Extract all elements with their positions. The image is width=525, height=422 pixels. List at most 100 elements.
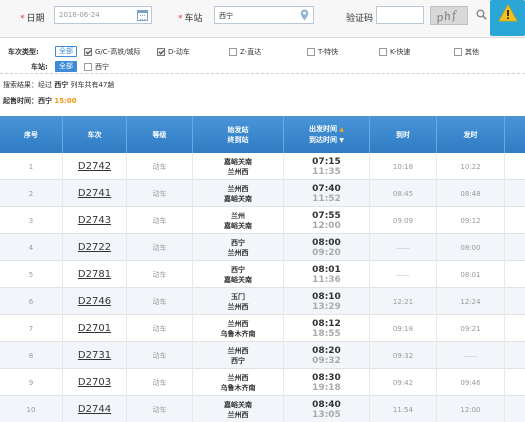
train-grade: 动车	[152, 324, 167, 333]
station-input[interactable]: 西宁	[214, 6, 314, 24]
row-number: 3	[28, 216, 34, 225]
row-number: 8	[28, 351, 34, 360]
table-cell[interactable]: D2731	[63, 342, 127, 369]
location-pin-icon[interactable]	[300, 9, 309, 21]
checkbox-z-box[interactable]	[229, 48, 237, 56]
arrive-at-station: ——	[396, 270, 410, 279]
sale-time: 起售时间：西宁 15:00	[3, 97, 77, 105]
captcha-input[interactable]	[376, 6, 424, 24]
captcha-image[interactable]: phf	[430, 6, 468, 25]
train-number-link[interactable]: D2742	[78, 161, 111, 172]
table-cell: 兰州 嘉峪关南	[193, 207, 284, 234]
checkbox-gc[interactable]: G/C-高铁/城际	[84, 47, 141, 57]
table-cell	[505, 153, 525, 180]
depart-at-station: 09:46	[460, 378, 481, 387]
train-number-link[interactable]: D2781	[78, 269, 111, 280]
row-number: 9	[28, 378, 34, 387]
search-icon[interactable]	[476, 9, 487, 20]
depart-at-station: 09:21	[460, 324, 481, 333]
warning-button[interactable]	[490, 0, 525, 36]
table-cell: 08:30 19:18	[284, 369, 370, 396]
train-number-link[interactable]: D2741	[78, 188, 111, 199]
header-times[interactable]: 出发时间 ▲ 到达时间 ▼	[284, 116, 370, 153]
arrive-at-station: 12:21	[392, 297, 414, 306]
table-cell[interactable]: D2781	[63, 261, 127, 288]
table-cell: 兰州西 嘉峪关南	[193, 180, 284, 207]
station-all-button[interactable]: 全部	[55, 61, 77, 72]
table-cell: 10	[0, 396, 63, 422]
table-cell: 7	[0, 315, 63, 342]
header-train[interactable]: 车次	[63, 116, 127, 153]
departure-time: 07:55	[312, 210, 341, 221]
checkbox-t[interactable]: T-特快	[307, 47, 338, 57]
depart-at-station: 10:22	[460, 162, 481, 171]
station-filter: 车站: 全部 西宁	[0, 61, 525, 73]
checkbox-other-box[interactable]	[454, 48, 462, 56]
table-cell[interactable]: D2743	[63, 207, 127, 234]
table-cell: 08:12 18:55	[284, 315, 370, 342]
date-input[interactable]: 2016-06-24	[54, 6, 152, 24]
row-number: 6	[28, 297, 34, 306]
train-type-label: 车次类型:	[8, 48, 39, 56]
train-number-link[interactable]: D2703	[78, 377, 111, 388]
table-cell	[505, 315, 525, 342]
calendar-icon[interactable]	[137, 10, 148, 21]
origin-station: 嘉峪关南	[224, 400, 252, 409]
checkbox-z[interactable]: Z-直达	[229, 47, 261, 57]
table-cell: 08:20 09:32	[284, 342, 370, 369]
table-cell: 动车	[127, 369, 193, 396]
train-type-all-button[interactable]: 全部	[55, 46, 77, 57]
arrival-time: 09:20	[312, 247, 341, 258]
terminal-station: 兰州西	[227, 248, 249, 257]
table-cell: 09:12	[437, 207, 505, 234]
checkbox-d-box[interactable]	[157, 48, 165, 56]
train-number-link[interactable]: D2731	[78, 350, 111, 361]
table-row[interactable]: 2 D2741 动车 兰州西 嘉峪关南 07:40 11:52 08:45 08:48	[0, 180, 525, 207]
header-arrive: 到时	[370, 116, 437, 153]
train-number-link[interactable]: D2746	[78, 296, 111, 307]
table-cell: 08:00	[437, 234, 505, 261]
table-row[interactable]: 4 D2722 动车 西宁 兰州西 08:00 09:20 —— 08:00	[0, 234, 525, 261]
checkbox-t-box[interactable]	[307, 48, 315, 56]
checkbox-gc-box[interactable]	[84, 48, 92, 56]
checkbox-k-box[interactable]	[379, 48, 387, 56]
table-cell[interactable]: D2703	[63, 369, 127, 396]
table-row[interactable]: 7 D2701 动车 兰州西 乌鲁木齐南 08:12 18:55 09:18 09:21	[0, 315, 525, 342]
table-cell[interactable]: D2701	[63, 315, 127, 342]
checkbox-k[interactable]: K-快速	[379, 47, 410, 57]
checkbox-other[interactable]: 其他	[454, 47, 479, 57]
table-row[interactable]: 9 D2703 动车 兰州西 乌鲁木齐南 08:30 19:18 09:42 09:46	[0, 369, 525, 396]
departure-time: 08:12	[312, 318, 341, 329]
table-row[interactable]: 3 D2743 动车 兰州 嘉峪关南 07:55 12:00 09:09 09:12	[0, 207, 525, 234]
train-number-link[interactable]: D2701	[78, 323, 111, 334]
checkbox-station-box[interactable]	[84, 63, 92, 71]
train-number-link[interactable]: D2743	[78, 215, 111, 226]
checkbox-station[interactable]: 西宁	[84, 62, 109, 72]
table-cell: 兰州西 乌鲁木齐南	[193, 369, 284, 396]
table-row[interactable]: 8 D2731 动车 兰州西 西宁 08:20 09:32 09:32 ——	[0, 342, 525, 369]
table-cell[interactable]: D2744	[63, 396, 127, 422]
table-row[interactable]: 1 D2742 动车 嘉峪关南 兰州西 07:15 11:35 10:18 10:22	[0, 153, 525, 180]
terminal-station: 嘉峪关南	[224, 194, 252, 203]
arrive-at-station: 11:54	[392, 405, 414, 414]
header-no: 序号	[0, 116, 63, 153]
table-row[interactable]: 6 D2746 动车 玉门 兰州西 08:10 13:29 12:21 12:24	[0, 288, 525, 315]
sort-asc-icon[interactable]: ▲	[339, 126, 344, 133]
table-cell[interactable]: D2722	[63, 234, 127, 261]
table-cell[interactable]: D2741	[63, 180, 127, 207]
table-row[interactable]: 10 D2744 动车 嘉峪关南 兰州西 08:40 13:05 11:54 12:00	[0, 396, 525, 422]
train-number-link[interactable]: D2744	[78, 404, 111, 415]
train-number-link[interactable]: D2722	[78, 242, 111, 253]
sort-desc-icon[interactable]: ▼	[339, 137, 344, 144]
table-cell: 1	[0, 153, 63, 180]
table-cell: 12:00	[437, 396, 505, 422]
table-cell: 08:01 11:36	[284, 261, 370, 288]
table-cell: 动车	[127, 153, 193, 180]
table-row[interactable]: 5 D2781 动车 西宁 嘉峪关南 08:01 11:36 —— 08:01	[0, 261, 525, 288]
station-filter-label: 车站:	[31, 63, 48, 71]
table-cell: 12:21	[370, 288, 437, 315]
table-cell[interactable]: D2746	[63, 288, 127, 315]
origin-station: 西宁	[231, 265, 245, 274]
table-cell[interactable]: D2742	[63, 153, 127, 180]
checkbox-d[interactable]: D-动车	[157, 47, 190, 57]
